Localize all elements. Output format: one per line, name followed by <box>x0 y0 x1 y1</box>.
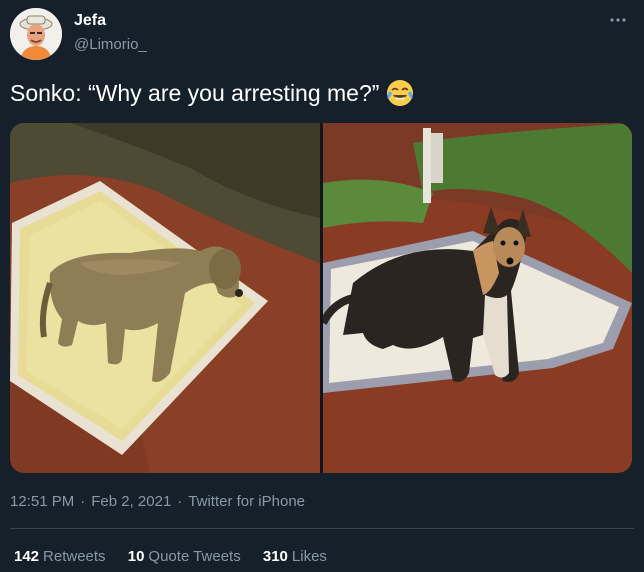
tweet-text: Sonko: “Why are you arresting me?” <box>10 80 415 110</box>
quote-tweets-label: Quote Tweets <box>148 548 241 565</box>
meta-separator: · <box>80 493 86 510</box>
face-with-tears-of-joy-icon <box>385 78 415 108</box>
quote-tweets-stat[interactable]: 10 Quote Tweets <box>128 548 241 565</box>
more-options-icon[interactable] <box>606 10 630 30</box>
tweet-source[interactable]: Twitter for iPhone <box>188 493 305 510</box>
retweets-stat[interactable]: 142 Retweets <box>14 548 106 565</box>
retweets-label: Retweets <box>43 548 106 565</box>
tweet-stats: 142 Retweets 10 Quote Tweets 310 Likes <box>14 548 345 565</box>
media-container[interactable] <box>10 123 632 473</box>
meta-separator: · <box>177 493 183 510</box>
quote-tweets-count: 10 <box>127 548 145 565</box>
tweet: Jefa @Limorio_ Sonko: “Why are you arres… <box>0 0 644 572</box>
retweets-count: 142 <box>14 548 40 565</box>
likes-stat[interactable]: 310 Likes <box>263 548 327 565</box>
likes-label: Likes <box>291 548 327 565</box>
avatar-portrait-icon <box>10 8 62 60</box>
tweet-time: 12:51 PM <box>10 493 75 510</box>
username-handle[interactable]: @Limorio_ <box>74 36 147 53</box>
divider <box>10 528 634 529</box>
dog-posing-on-grain-sack[interactable] <box>319 123 632 473</box>
dog-lying-on-grain-sack[interactable] <box>10 123 320 473</box>
avatar[interactable] <box>10 8 62 60</box>
display-name[interactable]: Jefa <box>74 12 106 30</box>
tweet-date: Feb 2, 2021 <box>91 493 172 510</box>
tweet-text-content: Sonko: “Why are you arresting me?” <box>10 80 380 107</box>
likes-count: 310 <box>262 548 288 565</box>
tweet-timestamp[interactable]: 12:51 PM · Feb 2, 2021 · Twitter for iPhone <box>10 493 305 510</box>
